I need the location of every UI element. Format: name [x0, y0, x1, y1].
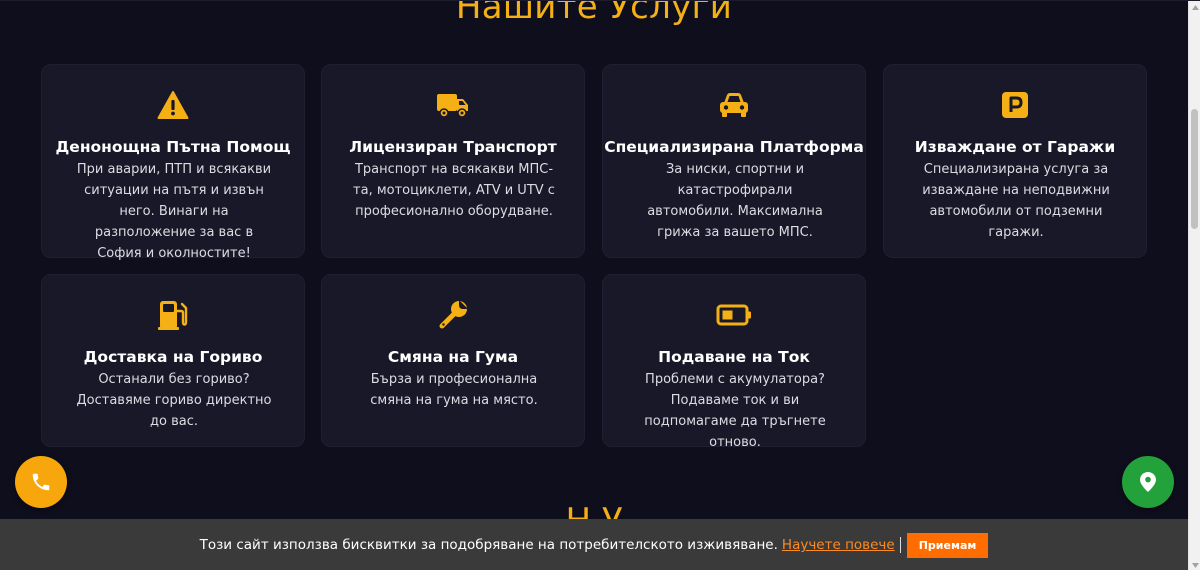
- truck-icon: [322, 89, 584, 121]
- service-card-roadside-assistance: Денонощна Пътна Помощ При аварии, ПТП и …: [41, 64, 305, 261]
- cookie-consent-bar: Този сайт използва бисквитки за подобряв…: [0, 519, 1188, 570]
- cookie-message: Този сайт използва бисквитки за подобряв…: [199, 537, 778, 553]
- service-card-title: Изваждане от Гаражи: [914, 138, 1116, 156]
- location-button[interactable]: [1122, 456, 1174, 508]
- car-icon: [603, 89, 865, 121]
- accept-cookies-button[interactable]: Приемам: [906, 532, 989, 558]
- call-button[interactable]: [15, 456, 67, 508]
- service-card-licensed-transport: Лицензиран Транспорт Транспорт на всякак…: [321, 64, 585, 258]
- divider: [899, 537, 901, 553]
- battery-icon: [603, 299, 865, 331]
- scrollbar-thumb[interactable]: [1191, 109, 1198, 229]
- service-card-title: Смяна на Гума: [387, 348, 519, 366]
- gas-pump-icon: [42, 299, 304, 331]
- service-card-fuel-delivery: Доставка на Гориво Останали без гориво? …: [41, 274, 305, 447]
- map-marker-icon: [1140, 472, 1156, 492]
- service-card-tire-change: Смяна на Гума Бърза и професионална смян…: [321, 274, 585, 447]
- page: Нашите Услуги Денонощна Пътна Помощ При …: [0, 0, 1200, 570]
- scroll-down-arrow-icon[interactable]: [1189, 559, 1200, 570]
- service-card-garage-extraction: Изваждане от Гаражи Специализирана услуг…: [883, 64, 1147, 258]
- service-card-description: Бърза и професионална смяна на гума на м…: [370, 372, 538, 408]
- phone-icon: [30, 471, 52, 493]
- service-card-jump-start: Подаване на Ток Проблеми с акумулатора? …: [602, 274, 866, 450]
- page-scrollbar[interactable]: [1188, 1, 1200, 570]
- section-title: Нашите Услуги: [455, 0, 733, 27]
- learn-more-link[interactable]: Научете повече: [782, 537, 895, 553]
- service-card-specialized-platform: Специализирана Платформа За ниски, спорт…: [602, 64, 866, 258]
- service-card-description: Останали без гориво? Доставяме гориво ди…: [76, 372, 272, 429]
- service-card-description: За ниски, спортни и катастрофирали автом…: [647, 162, 823, 240]
- warning-triangle-icon: [42, 89, 304, 121]
- parking-icon: [884, 89, 1146, 121]
- scroll-up-arrow-icon[interactable]: [1189, 1, 1200, 13]
- service-card-description: При аварии, ПТП и всякакви ситуации на п…: [76, 162, 272, 261]
- service-card-title: Лицензиран Транспорт: [349, 138, 557, 156]
- service-card-title: Специализирана Платформа: [604, 138, 864, 156]
- service-card-title: Денонощна Пътна Помощ: [55, 138, 291, 156]
- service-card-title: Подаване на Ток: [658, 348, 810, 366]
- service-card-title: Доставка на Гориво: [83, 348, 263, 366]
- wrench-icon: [322, 299, 584, 331]
- service-card-description: Проблеми с акумулатора? Подаваме ток и в…: [644, 372, 826, 450]
- service-card-description: Транспорт на всякакви МПС-та, мотоциклет…: [353, 162, 555, 219]
- service-card-description: Специализирана услуга за изваждане на не…: [922, 162, 1110, 240]
